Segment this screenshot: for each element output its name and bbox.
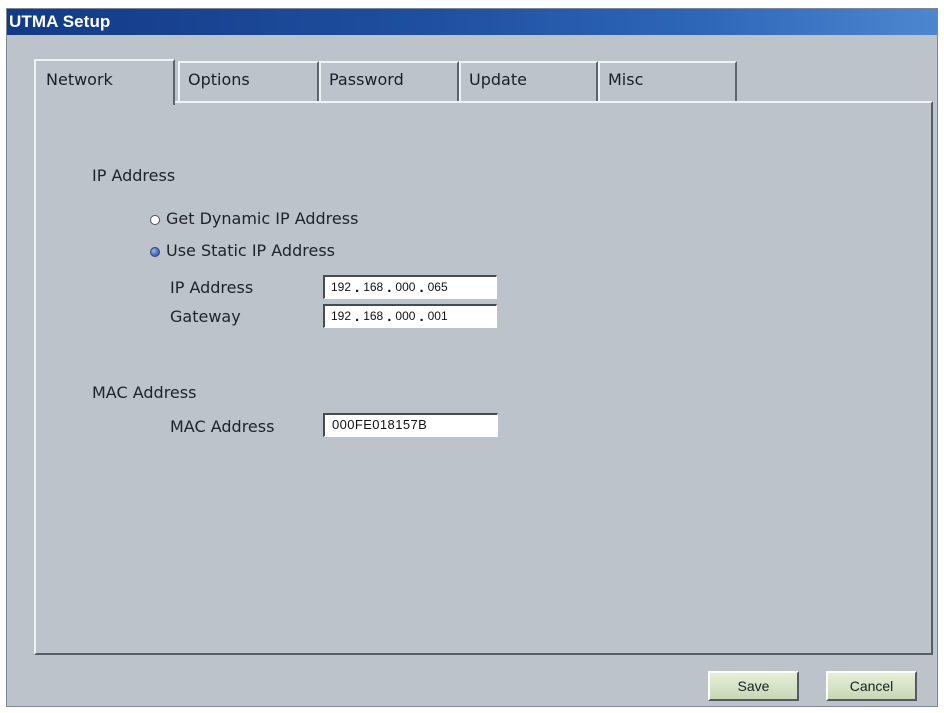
- ip-octet-3[interactable]: 000: [395, 277, 415, 297]
- tab-misc-label: Misc: [608, 70, 644, 89]
- ip-octet-1[interactable]: 192: [331, 277, 351, 297]
- dynamic-ip-radio[interactable]: [150, 215, 160, 225]
- ip-address-field-label: IP Address: [170, 278, 254, 297]
- save-button[interactable]: Save: [708, 671, 799, 701]
- setup-window: UTMA Setup Network Options Password Upda…: [6, 8, 938, 707]
- gateway-field-label: Gateway: [170, 307, 241, 326]
- ip-address-input[interactable]: 192. 168. 000. 065: [323, 275, 497, 299]
- octet-separator: .: [387, 279, 392, 296]
- octet-separator: .: [419, 279, 424, 296]
- octet-separator: .: [387, 308, 392, 325]
- dynamic-ip-label[interactable]: Get Dynamic IP Address: [166, 209, 358, 228]
- tab-network-label: Network: [46, 70, 113, 89]
- mac-address-field-label: MAC Address: [170, 417, 275, 436]
- tab-update-label: Update: [469, 70, 527, 89]
- gateway-octet-3[interactable]: 000: [395, 306, 415, 326]
- tab-password-label: Password: [329, 70, 404, 89]
- tab-update[interactable]: Update: [459, 61, 598, 102]
- gateway-octet-2[interactable]: 168: [363, 306, 383, 326]
- tab-password[interactable]: Password: [319, 61, 459, 102]
- octet-separator: .: [355, 279, 360, 296]
- static-ip-label[interactable]: Use Static IP Address: [166, 241, 335, 260]
- window-title: UTMA Setup: [9, 12, 111, 31]
- tab-misc[interactable]: Misc: [598, 61, 737, 102]
- mac-address-input[interactable]: 000FE018157B: [323, 413, 498, 437]
- static-ip-radio[interactable]: [150, 247, 160, 257]
- octet-separator: .: [355, 308, 360, 325]
- mac-address-heading: MAC Address: [92, 383, 197, 402]
- title-bar: UTMA Setup: [7, 9, 937, 35]
- network-panel: IP Address Get Dynamic IP Address Use St…: [34, 101, 933, 655]
- gateway-input[interactable]: 192. 168. 000. 001: [323, 304, 497, 328]
- gateway-octet-4[interactable]: 001: [428, 306, 448, 326]
- cancel-button[interactable]: Cancel: [826, 671, 917, 701]
- ip-address-heading: IP Address: [92, 166, 176, 185]
- tab-options[interactable]: Options: [178, 61, 319, 102]
- octet-separator: .: [419, 308, 424, 325]
- ip-octet-4[interactable]: 065: [428, 277, 448, 297]
- tab-options-label: Options: [188, 70, 250, 89]
- gateway-octet-1[interactable]: 192: [331, 306, 351, 326]
- ip-octet-2[interactable]: 168: [363, 277, 383, 297]
- tab-network[interactable]: Network: [34, 59, 175, 105]
